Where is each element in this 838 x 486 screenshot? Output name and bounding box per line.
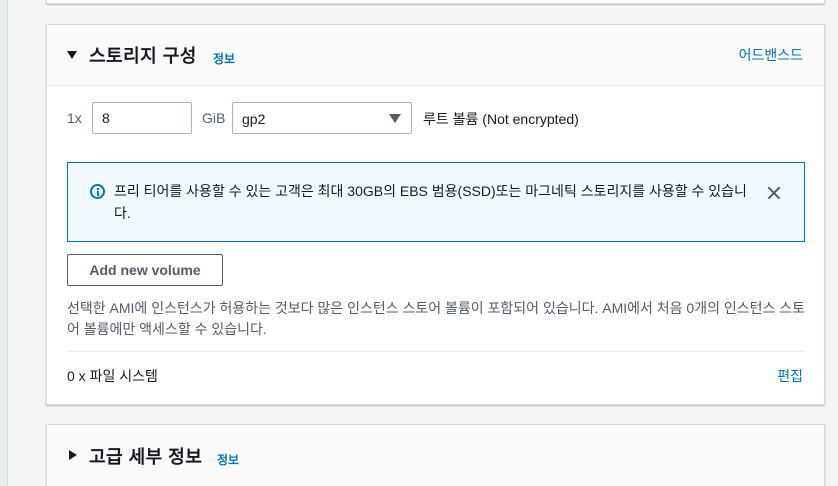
volume-type-select[interactable]: gp2 xyxy=(232,102,412,134)
advanced-details-section[interactable]: 고급 세부 정보 정보 xyxy=(46,424,825,486)
volume-count-label: 1x xyxy=(67,110,82,126)
info-link[interactable]: 정보 xyxy=(213,50,235,67)
info-link[interactable]: 정보 xyxy=(217,451,239,468)
section-title: 스토리지 구성 xyxy=(89,46,197,66)
alert-message: 프리 티어를 사용할 수 있는 고객은 최대 30GB의 EBS 범용(SSD)… xyxy=(114,183,747,221)
size-unit-label: GiB xyxy=(202,110,226,126)
advanced-link[interactable]: 어드밴스드 xyxy=(739,45,803,65)
volume-size-input[interactable] xyxy=(92,102,192,134)
root-volume-description: 루트 볼륨 (Not encrypted) xyxy=(423,111,579,127)
free-tier-info-alert: 프리 티어를 사용할 수 있는 고객은 최대 30GB의 EBS 범용(SSD)… xyxy=(67,162,805,242)
instance-store-note: 선택한 AMI에 인스턴스가 허용하는 것보다 많은 인스턴스 스토어 볼륨이 … xyxy=(67,300,806,337)
add-new-volume-button[interactable]: Add new volume xyxy=(67,254,223,286)
previous-section-card xyxy=(46,0,825,4)
storage-section-header[interactable]: 스토리지 구성 정보 어드밴스드 xyxy=(47,25,824,86)
root-volume-row: 1x GiB gp2 루트 볼륨 (Not encrypted) xyxy=(67,102,807,134)
file-systems-count: 0 x 파일 시스템 xyxy=(67,368,158,384)
divider xyxy=(67,351,805,352)
storage-section: 스토리지 구성 정보 어드밴스드 1x GiB gp2 루트 볼륨 (Not e… xyxy=(46,24,825,405)
edit-file-systems-link[interactable]: 편집 xyxy=(777,366,803,386)
volume-type-value: gp2 xyxy=(242,111,266,127)
caret-right-icon[interactable] xyxy=(69,450,77,460)
close-icon[interactable] xyxy=(762,181,786,205)
info-circle-icon xyxy=(90,184,105,199)
select-caret-icon xyxy=(389,114,401,123)
section-title: 고급 세부 정보 xyxy=(89,447,203,467)
left-rail xyxy=(0,0,8,486)
caret-down-icon[interactable] xyxy=(67,51,77,59)
